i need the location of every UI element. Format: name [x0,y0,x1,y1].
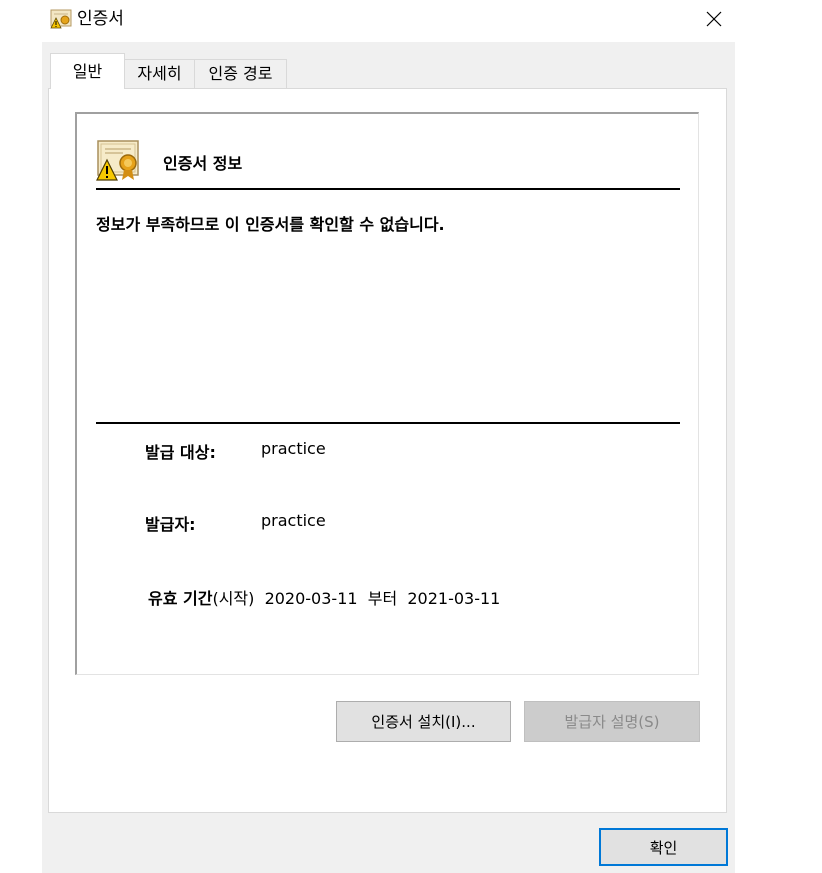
tab-details[interactable]: 자세히 [124,59,195,89]
validity-to-label: 부터 [367,589,398,608]
validity-period: 유효 기간(시작) 2020-03-11 부터 2021-03-11 [148,585,500,609]
window-title: 인증서 [77,9,124,29]
divider [96,188,680,190]
close-icon [706,11,722,27]
info-title: 인증서 정보 [163,154,243,173]
issued-to-value: practice [261,439,326,458]
status-message: 정보가 부족하므로 이 인증서를 확인할 수 없습니다. [96,215,445,234]
issued-by-value: practice [261,511,326,530]
title-bar: 인증서 [0,0,822,42]
validity-label: 유효 기간 [148,589,213,608]
valid-from-date: 2020-03-11 [264,589,358,608]
tab-certification-path[interactable]: 인증 경로 [194,59,287,89]
certificate-warning-icon [50,9,72,29]
issuer-statement-button: 발급자 설명(S) [524,701,700,742]
validity-from-label: (시작) [212,589,255,608]
tab-general[interactable]: 일반 [50,53,125,89]
certificate-warning-icon [95,139,141,181]
install-certificate-button[interactable]: 인증서 설치(I)... [336,701,511,742]
issued-by-label: 발급자: [145,515,196,534]
issued-to-label: 발급 대상: [145,443,216,462]
ok-button[interactable]: 확인 [599,828,728,866]
close-button[interactable] [696,4,732,34]
valid-to-date: 2021-03-11 [407,589,501,608]
divider [96,422,680,424]
